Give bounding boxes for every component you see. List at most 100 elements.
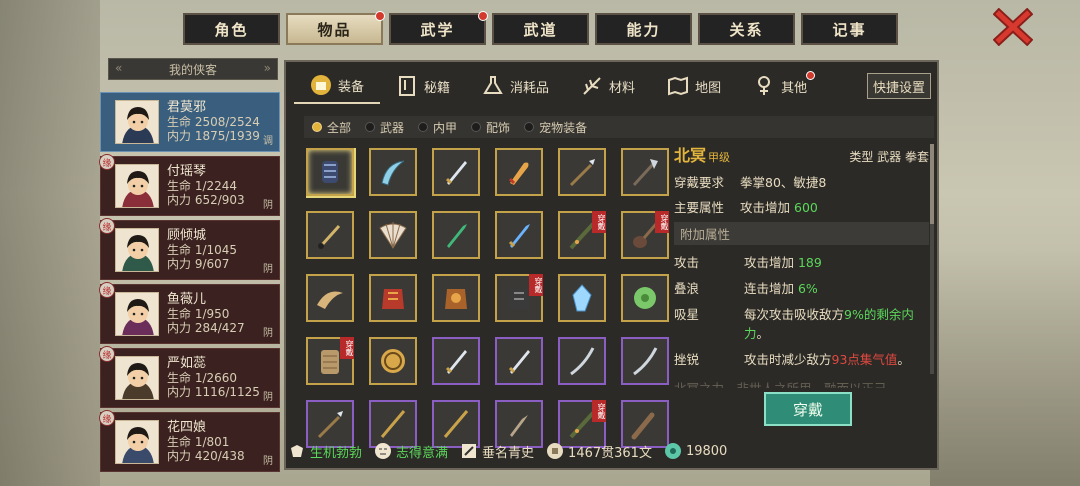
- inventory-slot[interactable]: [432, 274, 480, 322]
- saber-icon: [565, 344, 599, 378]
- hero-card[interactable]: 缘 顾倾城 生命 1/1045 内力 9/607 阴: [99, 218, 280, 280]
- inventory-slot[interactable]: [432, 148, 480, 196]
- filter-option[interactable]: 配饰: [471, 119, 510, 136]
- tab-1[interactable]: 物品: [286, 11, 385, 45]
- equip-button[interactable]: 穿戴: [764, 392, 852, 426]
- detail-scrollbar[interactable]: [930, 144, 934, 374]
- misc-icon: [753, 75, 775, 97]
- attribute-value: 每次攻击吸收敌方9%的剩余内力。: [744, 304, 929, 342]
- tab-4[interactable]: 能力: [595, 13, 692, 45]
- inventory-slot[interactable]: [495, 148, 543, 196]
- subtab-2[interactable]: 消耗品: [466, 68, 565, 104]
- attribute-text: 攻击时减少敌方: [744, 352, 832, 367]
- filter-option[interactable]: 内甲: [418, 119, 457, 136]
- filter-label: 配饰: [486, 120, 511, 135]
- subtab-0[interactable]: 装备: [294, 68, 381, 104]
- status-label: 垂名青史: [482, 445, 535, 461]
- jade-dagger-icon: [439, 218, 473, 252]
- tab-label: 能力: [626, 20, 661, 39]
- hero-portrait: [115, 292, 159, 336]
- hero-card[interactable]: 缘 付瑶琴 生命 1/2244 内力 652/903 阴: [99, 154, 280, 216]
- fame-icon: [460, 442, 478, 460]
- tab-6[interactable]: 记事: [801, 13, 898, 45]
- subtab-label: 地图: [695, 80, 722, 96]
- hero-hp: 生命 2508/2524: [167, 115, 260, 129]
- inventory-slot[interactable]: 穿戴: [495, 274, 543, 322]
- staff-icon: [376, 407, 410, 441]
- horn-icon: [313, 281, 347, 315]
- hero-status-flag: 阴: [263, 328, 273, 339]
- subtab-1[interactable]: 秘籍: [380, 68, 466, 104]
- inventory-panel: 装备 秘籍 消耗品 材料 地图 其他 快捷设置 全部 武器 内甲 配饰 宠物装备 穿戴 穿戴 穿戴 穿戴…: [284, 60, 939, 470]
- inventory-slot[interactable]: [621, 274, 669, 322]
- inventory-slot[interactable]: [495, 211, 543, 259]
- inventory-slot[interactable]: [621, 148, 669, 196]
- filter-option[interactable]: 武器: [365, 119, 404, 136]
- equipped-badge: 穿戴: [340, 337, 354, 359]
- top-tab-bar: 角色 物品 武学 武道 能力 关系 记事: [183, 11, 898, 45]
- inventory-slot[interactable]: [621, 337, 669, 385]
- hero-card[interactable]: 缘 严如蕊 生命 1/2660 内力 1116/1125 阴: [99, 346, 280, 408]
- hero-info: 付瑶琴 生命 1/2244 内力 652/903: [167, 165, 245, 208]
- hero-name: 鱼薇儿: [167, 292, 207, 307]
- mood-icon: [374, 442, 392, 460]
- hero-card[interactable]: 缘 鱼薇儿 生命 1/950 内力 284/427 阴: [99, 282, 280, 344]
- attribute-value: 攻击增加 189: [744, 252, 822, 271]
- subtab-label: 材料: [609, 80, 636, 96]
- inventory-slot[interactable]: 穿戴: [306, 337, 354, 385]
- inventory-slot[interactable]: [369, 337, 417, 385]
- inventory-slot[interactable]: [558, 274, 606, 322]
- hero-card[interactable]: 缘 花四娘 生命 1/801 内力 420/438 阴: [99, 410, 280, 472]
- requirement-value: 拳掌80、敏捷8: [740, 175, 827, 190]
- status-bar: 生机勃勃 志得意满 垂名青史 1467贯361文 19800: [288, 438, 727, 464]
- inventory-slot[interactable]: [306, 211, 354, 259]
- inventory-slot[interactable]: [432, 211, 480, 259]
- inventory-slot[interactable]: [495, 337, 543, 385]
- filter-option[interactable]: 宠物装备: [524, 119, 587, 136]
- tab-5[interactable]: 关系: [698, 13, 795, 45]
- hero-mp: 内力 420/438: [167, 449, 245, 463]
- tab-3[interactable]: 武道: [492, 13, 589, 45]
- inventory-slot[interactable]: [369, 274, 417, 322]
- inventory-slot[interactable]: [369, 211, 417, 259]
- subtab-4[interactable]: 地图: [651, 68, 737, 104]
- attribute-text: 连击增加: [744, 281, 798, 296]
- inventory-slot[interactable]: [558, 148, 606, 196]
- hero-card[interactable]: 君莫邪 生命 2508/2524 内力 1875/1939 调: [100, 92, 280, 152]
- inventory-slot[interactable]: [369, 148, 417, 196]
- hero-status-flag: 阴: [263, 264, 273, 275]
- filter-label: 武器: [380, 120, 405, 135]
- chevron-left-icon[interactable]: «: [115, 61, 122, 75]
- status-label: 19800: [685, 443, 728, 459]
- inventory-slot[interactable]: 穿戴: [621, 211, 669, 259]
- book-icon: [396, 75, 418, 97]
- main-attribute-number: 600: [794, 200, 818, 215]
- subtab-3[interactable]: 材料: [565, 68, 651, 104]
- hero-name: 君莫邪: [167, 100, 207, 115]
- subtab-5[interactable]: 其他: [737, 68, 823, 104]
- radio-icon: [312, 122, 322, 132]
- status-item: 垂名青史: [460, 442, 534, 461]
- inventory-slot[interactable]: [306, 274, 354, 322]
- tab-2[interactable]: 武学: [389, 11, 488, 45]
- tab-0[interactable]: 角色: [183, 13, 280, 45]
- filter-option[interactable]: 全部: [312, 119, 351, 136]
- attribute-name: 叠浪: [674, 281, 700, 296]
- herb-icon: [581, 75, 603, 97]
- hero-info: 顾倾城 生命 1/1045 内力 9/607: [167, 229, 237, 272]
- chevron-right-icon[interactable]: »: [264, 61, 271, 75]
- close-icon[interactable]: [993, 8, 1033, 46]
- hero-hp: 生命 1/801: [167, 435, 230, 449]
- attribute-row: 攻击 攻击增加 189: [674, 252, 929, 271]
- sword-icon: [439, 344, 473, 378]
- equipped-badge: 穿戴: [592, 400, 606, 422]
- status-item: 志得意满: [374, 442, 448, 461]
- hero-hp: 生命 1/2244: [167, 179, 238, 193]
- inventory-slot[interactable]: [306, 148, 354, 196]
- quick-settings-button[interactable]: 快捷设置: [867, 73, 931, 99]
- equipped-badge: 穿戴: [592, 211, 606, 233]
- inventory-slot[interactable]: [558, 337, 606, 385]
- inventory-slot[interactable]: 穿戴: [558, 211, 606, 259]
- hero-info: 花四娘 生命 1/801 内力 420/438: [167, 421, 245, 464]
- inventory-slot[interactable]: [432, 337, 480, 385]
